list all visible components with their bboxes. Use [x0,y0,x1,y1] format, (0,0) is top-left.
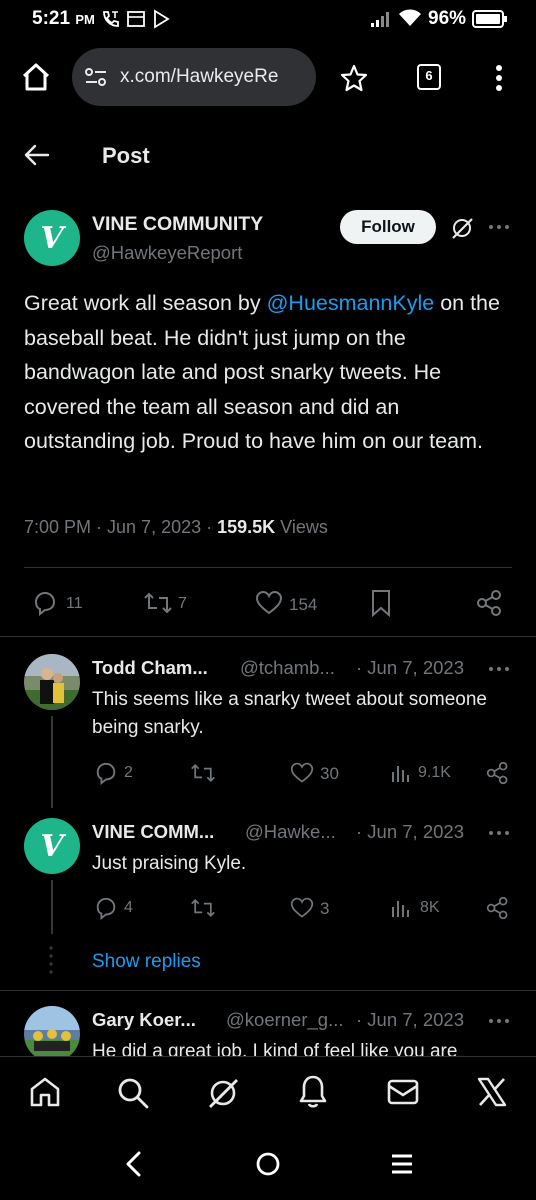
tweet-text: Great work all season by @HuesmannKyle o… [24,291,500,453]
tab-switcher-button[interactable]: 6 [417,64,441,90]
reply-author-handle[interactable]: @Hawke... [245,821,336,843]
avatar[interactable]: V [24,818,80,874]
like-icon[interactable] [255,590,283,616]
more-options-icon[interactable] [494,64,504,92]
thread-dots [49,946,53,974]
bookmark-icon[interactable] [370,589,392,617]
reply-text: Just praising Kyle. [92,853,247,874]
views-count: 9.1K [418,764,451,781]
more-icon[interactable] [488,1018,510,1024]
views-icon[interactable] [390,762,412,784]
x-logo-icon[interactable] [476,1076,508,1108]
page-title: Post [102,143,150,168]
tweet-meta: 7:00 PM · Jun 7, 2023 · 159.5K Views [24,517,328,537]
reply-text: This seems like a snarky tweet about som… [92,689,487,738]
reply-date[interactable]: · Jun 7, 2023 [356,821,464,843]
grok-icon[interactable] [450,216,474,240]
grok-icon[interactable] [206,1076,240,1110]
phone-call-icon [103,11,119,27]
system-back-icon[interactable] [124,1150,142,1178]
home-icon[interactable] [20,62,52,92]
url-text[interactable]: x.com/HawkeyeRe [120,66,306,88]
system-recents-icon[interactable] [390,1153,414,1175]
reply-date[interactable]: · Jun 7, 2023 [356,657,464,679]
calendar-icon [127,11,145,27]
divider [0,990,536,991]
system-home-icon[interactable] [255,1151,281,1177]
reply-date[interactable]: · Jun 7, 2023 [356,1009,464,1031]
like-count: 3 [320,899,330,918]
avatar[interactable]: V [24,210,80,266]
bookmark-star-icon[interactable] [340,64,368,92]
repost-count: 7 [178,595,187,612]
battery-icon [472,10,507,28]
reply-count: 11 [66,595,83,612]
signal-icon [371,12,389,27]
back-arrow-icon[interactable] [24,143,50,167]
status-bar: 5:21 PM 96% [0,0,536,38]
reply-count: 4 [124,899,133,916]
home-icon[interactable] [28,1076,62,1108]
like-icon[interactable] [290,896,314,920]
reply-count: 2 [124,764,133,781]
follow-button[interactable]: Follow [340,210,436,244]
play-store-icon [154,9,170,29]
reply-icon[interactable] [94,896,118,920]
more-icon[interactable] [488,666,510,672]
divider [24,567,512,568]
repost-icon[interactable] [190,761,216,785]
reply-author-name[interactable]: VINE COMM... [92,821,214,843]
reply-icon[interactable] [94,761,118,785]
share-icon[interactable] [486,761,510,785]
author-name[interactable]: VINE COMMUNITY [92,213,263,236]
messages-icon[interactable] [386,1078,420,1106]
views-count: 8K [420,899,440,916]
bottom-nav [0,1056,536,1132]
repost-icon[interactable] [143,590,173,616]
site-settings-icon[interactable] [84,66,108,88]
wifi-icon [399,9,421,26]
thread-line [51,880,53,934]
reply-author-name[interactable]: Todd Cham... [92,657,208,679]
divider [0,636,536,637]
like-count: 30 [320,764,339,783]
show-replies-link[interactable]: Show replies [92,951,201,973]
share-icon[interactable] [486,896,510,920]
avatar[interactable] [24,1006,80,1062]
thread-line [51,716,53,808]
like-count: 154 [289,595,318,614]
status-time: 5:21 PM [32,8,95,29]
author-handle[interactable]: @HawkeyeReport [92,242,242,264]
reply-author-name[interactable]: Gary Koer... [92,1009,196,1031]
reply-author-handle[interactable]: @koerner_g... [226,1009,344,1031]
reply-author-handle[interactable]: @tchamb... [240,657,335,679]
reply-icon[interactable] [32,590,58,616]
search-icon[interactable] [116,1076,150,1110]
share-icon[interactable] [476,589,504,617]
notifications-bell-icon[interactable] [298,1074,328,1110]
views-icon[interactable] [390,897,412,919]
battery-percent: 96% [428,8,467,29]
more-icon[interactable] [488,224,510,230]
more-icon[interactable] [488,830,510,836]
views-count: 159.5K [217,517,276,537]
mention-link[interactable]: @HuesmannKyle [267,291,435,315]
avatar[interactable] [24,654,80,710]
like-icon[interactable] [290,761,314,785]
repost-icon[interactable] [190,896,216,920]
